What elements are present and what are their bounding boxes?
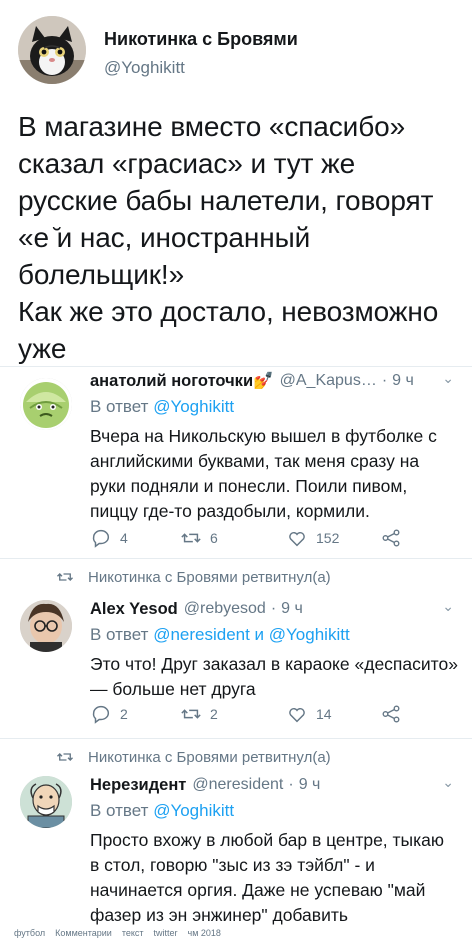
timestamp[interactable]: 9 ч <box>392 372 414 390</box>
divider <box>0 558 472 559</box>
mention-link[interactable]: @Yoghikitt <box>153 397 234 416</box>
retweet-icon <box>181 533 201 543</box>
author-handle[interactable]: @A_Kapus… <box>280 372 377 390</box>
retweeted-by[interactable]: Никотинка с Бровями ретвитнул(а) <box>0 566 472 588</box>
author-name[interactable]: Нерезидент <box>90 776 186 795</box>
retweet-count: 2 <box>210 706 218 722</box>
tweet-text: Просто вхожу в любой бар в центре, тыкаю… <box>90 830 445 925</box>
retweeted-by-label: Никотинка с Бровями ретвитнул(а) <box>88 748 331 766</box>
reply-tweet[interactable]: анатолий ноготочки💅 @A_Kapus… · 9 ч ⌄ В … <box>0 370 472 570</box>
separator-dot: · <box>381 372 388 389</box>
in-reply-to: В ответ @neresident и @Yoghikitt <box>90 625 458 649</box>
avatar[interactable] <box>20 378 72 430</box>
avatar[interactable] <box>20 776 72 828</box>
timestamp[interactable]: 9 ч <box>281 600 303 618</box>
heart-icon <box>289 708 305 723</box>
retweeted-by[interactable]: Никотинка с Бровями ретвитнул(а) <box>0 746 472 768</box>
chevron-down-icon[interactable]: ⌄ <box>442 774 454 791</box>
reply-body: Нерезидент @neresident · 9 ч ⌄ В ответ @… <box>90 774 458 928</box>
heart-icon <box>289 532 305 547</box>
tag-link[interactable]: чм 2018 <box>188 928 221 938</box>
chevron-down-icon[interactable]: ⌄ <box>442 370 454 387</box>
share-icon <box>382 529 400 547</box>
reply-icon <box>92 705 110 724</box>
main-author-handle[interactable]: @Yoghikitt <box>104 58 298 78</box>
retweet-button[interactable]: 2 <box>180 703 218 725</box>
reply-tweet[interactable]: Нерезидент @neresident · 9 ч ⌄ В ответ @… <box>0 774 472 925</box>
main-tweet-header: Никотинка с Бровями @Yoghikitt <box>18 16 454 84</box>
tweet-text: Это что! Друг заказал в караоке «деспаси… <box>90 654 458 699</box>
reply-body: Alex Yesod @rebyesod · 9 ч ⌄ В ответ @ne… <box>90 598 458 702</box>
retweeted-by-label: Никотинка с Бровями ретвитнул(а) <box>88 568 331 586</box>
reply-button[interactable]: 2 <box>90 703 128 725</box>
like-count: 14 <box>316 706 332 722</box>
cartoon-avatar-icon <box>20 776 72 828</box>
in-reply-to: В ответ @Yoghikitt <box>90 397 458 421</box>
like-button[interactable]: 14 <box>286 703 332 725</box>
main-tweet-text: В магазине вместо «спасибо» сказал «грас… <box>18 108 454 367</box>
mention-link[interactable]: @Yoghikitt <box>153 801 234 820</box>
retweet-icon <box>57 753 73 761</box>
tweet-text: Вчера на Никольскую вышел в футболке с а… <box>90 426 437 521</box>
reply-icon <box>92 529 110 548</box>
tag-link[interactable]: текст <box>122 928 144 938</box>
timestamp[interactable]: 9 ч <box>299 776 321 794</box>
in-reply-to-prefix: В ответ <box>90 397 149 416</box>
in-reply-to-prefix: В ответ <box>90 801 149 820</box>
tag-footer: футбол Комментарии текст twitter чм 2018 <box>14 928 221 938</box>
cabbage-avatar-icon <box>20 378 72 430</box>
avatar[interactable] <box>20 600 72 652</box>
reply-body: анатолий ноготочки💅 @A_Kapus… · 9 ч ⌄ В … <box>90 370 458 524</box>
like-count: 152 <box>316 530 340 546</box>
author-handle[interactable]: @neresident <box>192 776 283 794</box>
retweet-icon <box>57 573 73 581</box>
cat-avatar-icon <box>18 16 86 84</box>
tweet-actions: 2 2 14 <box>90 702 430 726</box>
share-button[interactable] <box>380 703 402 725</box>
like-button[interactable]: 152 <box>286 527 339 549</box>
tag-link[interactable]: футбол <box>14 928 45 938</box>
avatar[interactable] <box>18 16 86 84</box>
reply-count: 4 <box>120 530 128 546</box>
share-icon <box>382 705 400 723</box>
in-reply-to: В ответ @Yoghikitt <box>90 801 458 825</box>
divider <box>0 738 472 739</box>
reply-button[interactable]: 4 <box>90 527 128 549</box>
main-tweet: Никотинка с Бровями @Yoghikitt В магазин… <box>0 0 472 367</box>
separator-dot: · <box>288 776 294 793</box>
chevron-down-icon[interactable]: ⌄ <box>442 598 454 615</box>
main-author-name[interactable]: Никотинка с Бровями <box>104 29 298 50</box>
reply-tweet[interactable]: Alex Yesod @rebyesod · 9 ч ⌄ В ответ @ne… <box>0 598 472 728</box>
person-avatar-icon <box>20 600 72 652</box>
reply-header: анатолий ноготочки💅 @A_Kapus… · 9 ч ⌄ <box>90 370 458 392</box>
divider <box>0 366 472 367</box>
in-reply-to-prefix: В ответ <box>90 625 149 644</box>
author-handle[interactable]: @rebyesod <box>184 600 266 618</box>
reply-count: 2 <box>120 706 128 722</box>
tweet-actions: 4 6 152 <box>90 526 430 550</box>
retweet-count: 6 <box>210 530 218 546</box>
tag-link[interactable]: twitter <box>154 928 178 938</box>
reply-header: Alex Yesod @rebyesod · 9 ч ⌄ <box>90 598 458 620</box>
main-tweet-paragraph: Как же это достало, невозможно уже <box>18 296 439 364</box>
main-tweet-paragraph: В магазине вместо «спасибо» сказал «грас… <box>18 111 434 290</box>
main-author: Никотинка с Бровями @Yoghikitt <box>104 23 298 78</box>
retweet-icon <box>181 709 201 719</box>
author-name[interactable]: Alex Yesod <box>90 600 178 619</box>
tag-link[interactable]: Комментарии <box>55 928 112 938</box>
separator-dot: · <box>270 600 277 617</box>
share-button[interactable] <box>380 527 402 549</box>
author-name[interactable]: анатолий ноготочки💅 <box>90 372 274 391</box>
retweet-button[interactable]: 6 <box>180 527 218 549</box>
mention-link[interactable]: @neresident и @Yoghikitt <box>153 625 350 644</box>
reply-header: Нерезидент @neresident · 9 ч ⌄ <box>90 774 458 796</box>
